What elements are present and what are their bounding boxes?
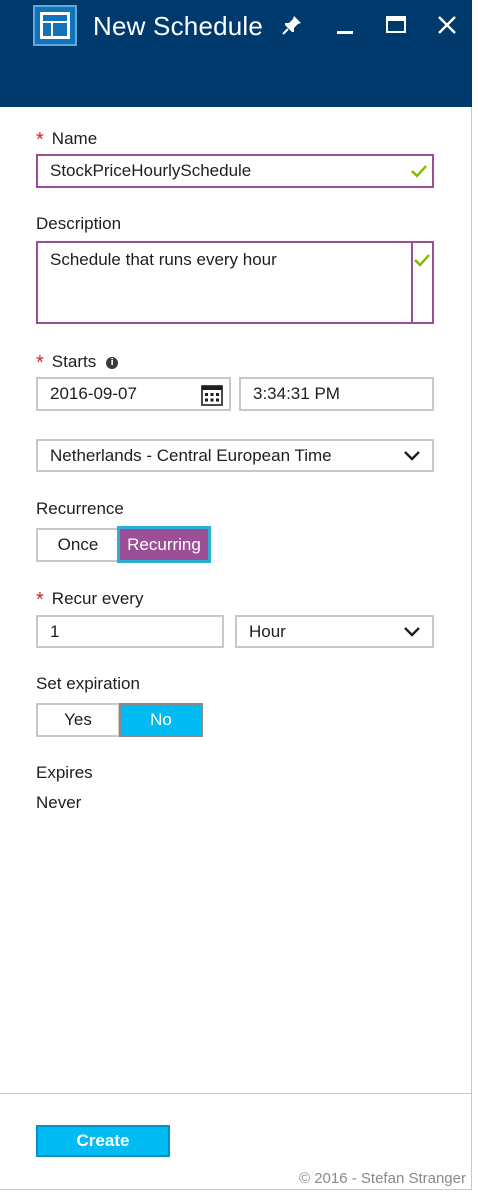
- description-label: Description: [36, 214, 122, 233]
- name-input[interactable]: StockPriceHourlySchedule: [36, 154, 434, 188]
- description-textarea[interactable]: Schedule that runs every hour: [36, 241, 434, 324]
- name-label: * Name: [36, 129, 98, 151]
- pin-icon[interactable]: [277, 10, 307, 40]
- recurrence-label: Recurrence: [36, 499, 124, 518]
- create-button[interactable]: Create: [36, 1125, 170, 1157]
- chevron-down-icon: [404, 622, 420, 642]
- expiration-yes-option[interactable]: Yes: [36, 703, 120, 737]
- start-time-input[interactable]: 3:34:31 PM: [239, 377, 434, 411]
- footer-divider: [0, 1093, 472, 1094]
- recurrence-once-option[interactable]: Once: [36, 528, 120, 562]
- minimize-icon[interactable]: [330, 10, 360, 40]
- recurrence-recurring-option[interactable]: Recurring: [117, 526, 211, 563]
- expires-label: Expires: [36, 763, 93, 782]
- description-validation-column: [411, 241, 434, 324]
- close-icon[interactable]: [432, 10, 462, 40]
- calendar-icon[interactable]: [201, 384, 223, 411]
- blade: New Schedule * Name StockPriceHourlySche…: [0, 0, 472, 1190]
- watermark: © 2016 - Stefan Stranger: [299, 1170, 466, 1187]
- required-marker: *: [36, 352, 44, 374]
- checkmark-icon: [410, 162, 428, 185]
- expiration-no-option[interactable]: No: [119, 703, 203, 737]
- chevron-down-icon: [404, 446, 420, 466]
- description-input-area[interactable]: Schedule that runs every hour: [36, 241, 414, 324]
- checkmark-icon: [413, 251, 431, 274]
- timezone-select[interactable]: Netherlands - Central European Time: [36, 439, 434, 472]
- recur-unit-select[interactable]: Hour: [235, 615, 434, 648]
- blade-header: New Schedule: [0, 0, 472, 107]
- expires-value: Never: [36, 793, 82, 812]
- maximize-icon[interactable]: [381, 10, 411, 40]
- set-expiration-label: Set expiration: [36, 674, 140, 693]
- start-date-input[interactable]: 2016-09-07: [36, 377, 231, 411]
- recur-every-label: * Recur every: [36, 589, 144, 611]
- schedule-blade-icon: [33, 5, 77, 46]
- info-icon[interactable]: i: [106, 357, 119, 369]
- blade-title: New Schedule: [93, 11, 264, 41]
- required-marker: *: [36, 129, 44, 151]
- required-marker: *: [36, 589, 44, 611]
- recur-interval-input[interactable]: 1: [36, 615, 224, 648]
- starts-label: * Starts i: [36, 350, 119, 374]
